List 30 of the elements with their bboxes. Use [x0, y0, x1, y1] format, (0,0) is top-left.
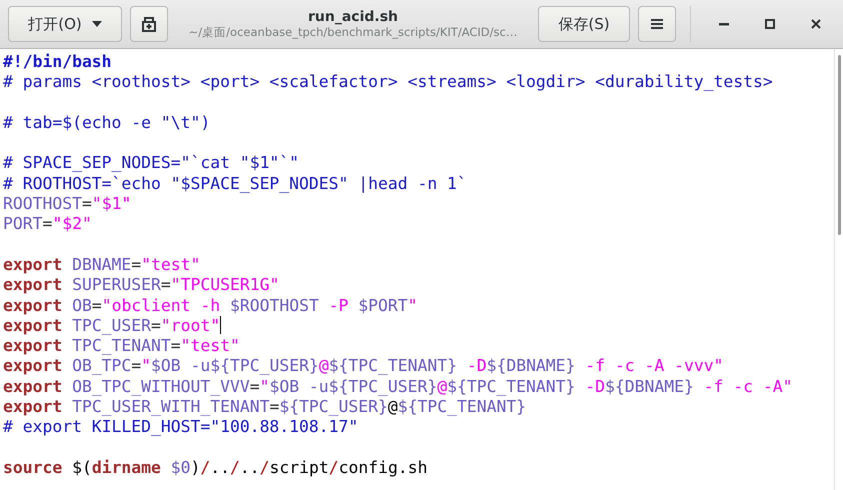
code-line: PORT="$2"	[2, 214, 92, 235]
code-line: #!/bin/bash	[2, 52, 112, 72]
window-title: run_acid.sh	[308, 8, 398, 24]
close-icon	[811, 19, 821, 29]
menu-button[interactable]	[638, 6, 676, 42]
save-button[interactable]: 保存(S)	[538, 6, 630, 42]
code-line: # export KILLED_HOST="100.88.108.17"	[2, 417, 358, 438]
code-line: export TPC_TENANT="test"	[2, 336, 240, 356]
code-line: # params <roothost> <port> <scalefactor> <streams> <logdir> <durability_tests>	[2, 72, 773, 93]
file-path: ~/桌面/oceanbase_tpch/benchmark_scripts/KIT/ACID/sc…	[188, 24, 518, 40]
menu-icon	[651, 19, 663, 29]
scrollbar-thumb[interactable]	[838, 55, 841, 235]
new-tab-button[interactable]	[130, 6, 168, 42]
code-line: # ROOTHOST=`echo "$SPACE_SEP_NODES" |head -n 1`	[2, 174, 467, 194]
minimize-icon	[719, 22, 729, 26]
code-line: export TPC_USER="root"	[2, 316, 222, 336]
maximize-icon	[765, 19, 775, 29]
code-line: export SUPERUSER="TPCUSER1G"	[2, 275, 280, 296]
caret-icon	[92, 21, 102, 27]
code-line: source $(dirname $0)/../../script/config.sh	[2, 458, 428, 478]
code-line: export OB_TPC="$OB -u${TPC_USER}@${TPC_TENANT} -D${DBNAME} -f -c -A -vvv"	[2, 356, 724, 377]
code-line: ROOTHOST="$1"	[2, 194, 132, 214]
new-tab-icon	[141, 16, 157, 32]
code-line: export OB="obclient -h $ROOTHOST -P $PORT"	[2, 296, 418, 316]
code-line: export TPC_USER_WITH_TENANT=${TPC_USER}@${TPC_TENANT}	[2, 397, 526, 418]
open-button[interactable]: 打开(O)	[8, 6, 122, 42]
code-line: export DBNAME="test"	[2, 254, 200, 276]
code-line: export OB_TPC_WITHOUT_VVV="$OB -u${TPC_USER}@${TPC_TENANT} -D${DBNAME} -f -c -A"	[2, 376, 792, 398]
code-line: # tab=$(echo -e "\t")	[2, 112, 210, 134]
code-line: # SPACE_SEP_NODES="`cat "$1"`"	[2, 153, 300, 174]
